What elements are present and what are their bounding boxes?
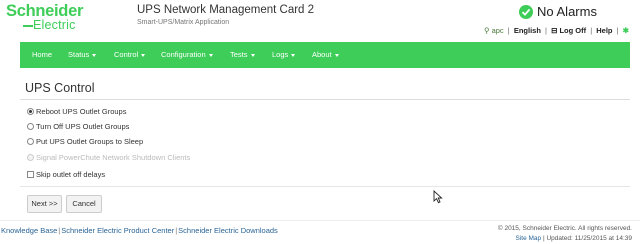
caret-down-icon xyxy=(334,53,339,57)
option-label[interactable]: Reboot UPS Outlet Groups xyxy=(36,107,126,117)
check-circle-icon xyxy=(519,5,533,19)
caret-down-icon xyxy=(250,53,255,57)
cancel-button[interactable]: Cancel xyxy=(66,195,102,213)
header: Schneider Electric UPS Network Managemen… xyxy=(0,0,640,42)
button-divider xyxy=(20,186,630,187)
separator: | xyxy=(175,226,178,235)
update-info: Site Map | Updated: 11/25/2015 at 14:39 xyxy=(515,235,632,242)
radio-button-disabled xyxy=(27,154,34,161)
option-label[interactable]: Turn Off UPS Outlet Groups xyxy=(36,122,129,132)
footer-divider xyxy=(0,220,640,221)
updated-text: Updated: 11/25/2015 at 14:39 xyxy=(546,235,632,242)
knowledge-base-link[interactable]: Knowledge Base xyxy=(1,226,57,235)
top-links: ⚲ apc | English | ⊟ Log Off | Help | ✱ xyxy=(484,26,629,35)
logoff-link[interactable]: Log Off xyxy=(559,26,586,35)
footer-links: Knowledge Base|Schneider Electric Produc… xyxy=(1,226,278,235)
nav-tests-label: Tests xyxy=(230,50,248,59)
nav-logs-label: Logs xyxy=(272,50,289,59)
nav-home-label: Home xyxy=(32,50,53,59)
main-nav: Home Status Control Configuration Tests … xyxy=(20,42,630,68)
option-label[interactable]: Skip outlet off delays xyxy=(36,170,105,180)
checkbox[interactable] xyxy=(27,171,34,178)
nav-about-label: About xyxy=(312,50,332,59)
schneider-electric-logo[interactable]: Schneider Electric xyxy=(6,2,88,34)
separator: | xyxy=(616,26,619,35)
product-subtitle: Smart-UPS/Matrix Application xyxy=(137,19,230,26)
nav-status-label: Status xyxy=(68,50,90,59)
copyright: © 2015, Schneider Electric. All rights r… xyxy=(497,225,632,232)
page-title: UPS Control xyxy=(25,81,95,95)
language-link[interactable]: English xyxy=(514,26,541,35)
help-link[interactable]: Help xyxy=(596,26,612,35)
separator: | xyxy=(58,226,61,235)
caret-down-icon xyxy=(291,53,296,57)
caret-down-icon xyxy=(141,53,146,57)
next-button[interactable]: Next >> xyxy=(27,195,62,213)
nav-home[interactable]: Home xyxy=(32,42,52,68)
product-name: UPS Network Management Card 2 xyxy=(137,4,315,16)
separator: | xyxy=(590,26,593,35)
separator: | xyxy=(507,26,510,35)
nav-about[interactable]: About xyxy=(312,42,339,68)
caret-down-icon xyxy=(92,53,97,57)
nav-control[interactable]: Control xyxy=(114,42,146,68)
radio-button[interactable] xyxy=(27,123,34,130)
radio-button[interactable] xyxy=(27,108,34,115)
nav-tests[interactable]: Tests xyxy=(230,42,255,68)
logo-line2: Electric xyxy=(22,18,76,32)
option-label[interactable]: Put UPS Outlet Groups to Sleep xyxy=(36,137,143,147)
nav-status[interactable]: Status xyxy=(68,42,97,68)
caret-down-icon xyxy=(208,53,213,57)
nav-configuration-label: Configuration xyxy=(161,50,206,59)
option-label: Signal PowerChute Network Shutdown Clien… xyxy=(36,153,191,162)
nav-logs[interactable]: Logs xyxy=(272,42,296,68)
apc-link[interactable]: apc xyxy=(492,26,504,35)
radio-button[interactable] xyxy=(27,138,34,145)
site-map-link[interactable]: Site Map xyxy=(515,235,541,242)
alarm-status-text: No Alarms xyxy=(537,4,597,19)
downloads-link[interactable]: Schneider Electric Downloads xyxy=(178,226,278,235)
apc-icon: ⚲ xyxy=(484,26,490,35)
logoff-icon: ⊟ xyxy=(551,26,558,35)
nav-control-label: Control xyxy=(114,50,139,59)
product-center-link[interactable]: Schneider Electric Product Center xyxy=(61,226,174,235)
mouse-cursor-icon xyxy=(433,189,443,209)
title-divider xyxy=(20,99,630,100)
pin-icon[interactable]: ✱ xyxy=(623,26,629,35)
nav-configuration[interactable]: Configuration xyxy=(161,42,213,68)
separator: | xyxy=(545,26,547,35)
logo-line2-text: Electric xyxy=(33,18,76,32)
logo-dash xyxy=(23,24,33,27)
